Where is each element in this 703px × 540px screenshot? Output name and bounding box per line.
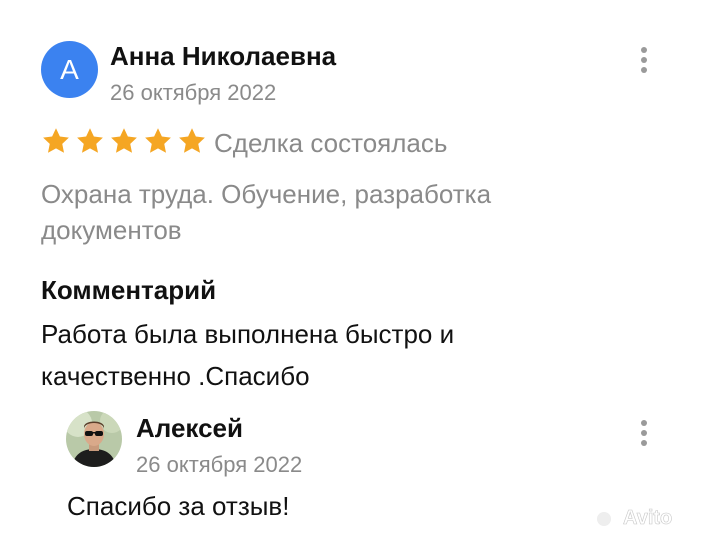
deal-status: Сделка состоялась xyxy=(214,128,448,158)
rating-stars xyxy=(41,126,207,156)
star-icon xyxy=(111,128,137,153)
review-author-name: Анна Николаевна xyxy=(110,41,337,71)
comment-heading: Комментарий xyxy=(41,275,217,305)
reply-date: 26 октября 2022 xyxy=(136,452,303,477)
avito-logo: Avito xyxy=(596,503,692,529)
review-more-menu-icon[interactable] xyxy=(639,47,649,73)
reply-more-menu-icon[interactable] xyxy=(639,420,649,446)
reply-text: Спасибо за отзыв! xyxy=(67,491,290,521)
star-icon xyxy=(77,128,103,153)
star-icon xyxy=(179,128,205,153)
avito-wordmark: Avito xyxy=(623,507,672,529)
reply-avatar-photo xyxy=(66,411,122,467)
avatar: А xyxy=(41,41,98,98)
service-title: Охрана труда. Обучение, разработка докум… xyxy=(41,179,492,245)
star-icon xyxy=(145,128,171,153)
comment-text: Работа была выполнена быстро и качествен… xyxy=(41,319,455,391)
review-date: 26 октября 2022 xyxy=(110,80,277,105)
reply-author-name: Алексей xyxy=(136,413,243,443)
star-icon xyxy=(43,128,69,153)
